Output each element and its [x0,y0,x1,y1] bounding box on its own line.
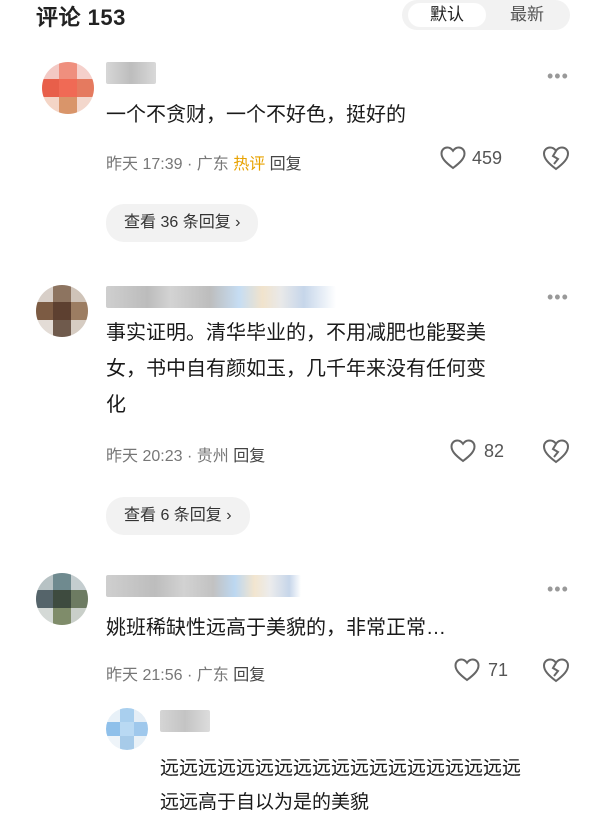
broken-heart-icon[interactable] [542,145,570,171]
more-dots-icon[interactable]: ••• [547,287,569,308]
comment-text-line: 化 [106,394,126,416]
comment-text-line: 事实证明。清华毕业的，不用减肥也能娶美 [106,322,486,344]
comment-meta: 昨天 17:39 · 广东 热评 回复 [106,150,302,174]
more-dots-icon[interactable]: ••• [547,66,569,87]
comment-meta: 昨天 21:56 · 广东 回复 [106,661,265,685]
comment-location: · 广东 [186,667,229,684]
comment-time: 昨天 21:56 [106,667,183,684]
reply-button[interactable]: 回复 [233,448,265,465]
avatar[interactable] [36,573,88,625]
hot-comment-badge: 热评 [233,156,266,173]
comment-time: 昨天 17:39 [106,156,183,173]
comment-location: · 广东 [186,156,229,173]
reply-button[interactable]: 回复 [233,667,265,684]
more-dots-icon[interactable]: ••• [547,579,569,600]
comment-text: 一个不贪财，一个不好色，挺好的 [106,104,406,126]
username-blurred[interactable] [106,62,156,84]
sort-default-tab[interactable]: 默认 [408,3,486,27]
comment-text-line: 女，书中自有颜如玉，几千年来没有任何变 [106,358,486,380]
reply-button[interactable]: 回复 [270,156,302,173]
comment-location: · 贵州 [186,448,229,465]
heart-outline-icon[interactable] [440,146,466,170]
reply-text-line: 远远远远远远远远远远远远远远远远远远远 [160,758,522,779]
broken-heart-icon[interactable] [542,438,570,464]
sort-toggle: 默认 最新 [402,0,570,30]
like-count: 82 [484,441,505,461]
like-count: 459 [472,148,503,168]
view-replies-button[interactable]: 查看 6 条回复 › [106,497,250,535]
comment-time: 昨天 20:23 [106,448,183,465]
username-blurred[interactable] [106,575,301,597]
avatar[interactable] [36,285,88,337]
reply-text-line: 远远高于自以为是的美貌 [160,792,370,813]
username-blurred[interactable] [106,286,336,308]
sort-newest-tab[interactable]: 最新 [488,3,566,27]
broken-heart-icon[interactable] [542,657,570,683]
heart-outline-icon[interactable] [450,439,476,463]
comment-meta: 昨天 20:23 · 贵州 回复 [106,442,265,466]
view-replies-button[interactable]: 查看 36 条回复 › [106,204,259,242]
like-count: 71 [488,660,509,680]
username-blurred[interactable] [160,710,210,732]
heart-outline-icon[interactable] [454,658,480,682]
avatar[interactable] [42,62,94,114]
comment-text: 姚班稀缺性远高于美貌的，非常正常… [106,617,446,639]
avatar[interactable] [106,708,148,750]
comments-count-title: 评论 153 [36,5,126,30]
